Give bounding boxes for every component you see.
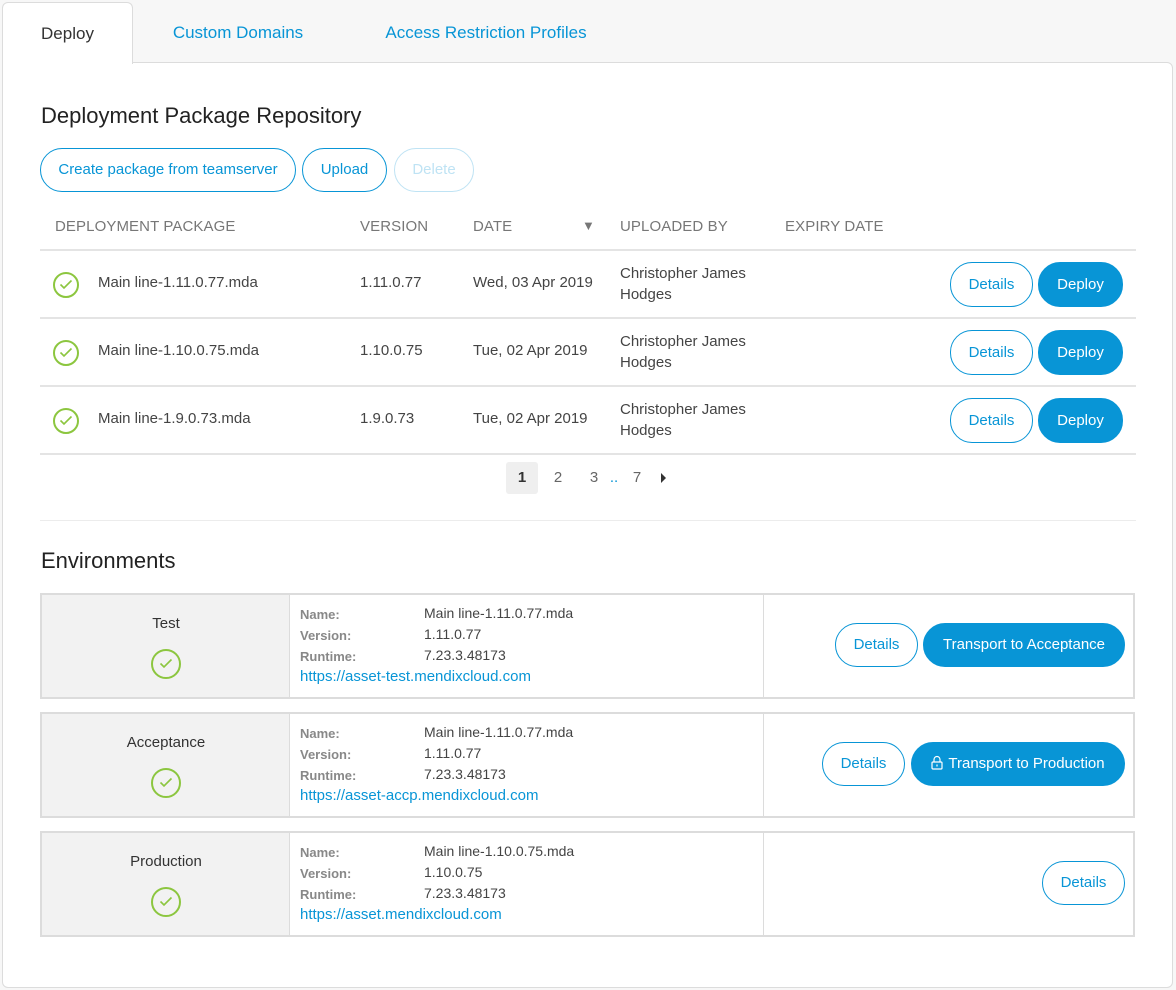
details-button[interactable]: Details (822, 742, 905, 786)
deploy-button[interactable]: Deploy (1038, 330, 1123, 375)
table-row: Main line-1.9.0.73.mda 1.9.0.73 Tue, 02 … (40, 387, 1136, 455)
tab-deploy[interactable]: Deploy (2, 2, 133, 64)
package-name: Main line-1.10.0.75.mda (98, 342, 259, 359)
package-version: 1.9.0.73 (360, 410, 415, 427)
page-3[interactable]: 3 (582, 462, 606, 494)
caret-right-icon[interactable] (655, 462, 671, 494)
environment-summary: Production (42, 833, 290, 935)
column-header-version[interactable]: VERSION (360, 218, 428, 235)
column-header-date[interactable]: DATE (473, 218, 512, 235)
table-row: Main line-1.11.0.77.mda 1.11.0.77 Wed, 0… (40, 251, 1136, 319)
create-package-button[interactable]: Create package from teamserver (40, 148, 296, 192)
version-value: 1.10.0.75 (424, 864, 483, 880)
column-header-uploaded-by[interactable]: UPLOADED BY (620, 218, 728, 235)
check-circle-icon (53, 340, 79, 366)
transport-to-acceptance-button[interactable]: Transport to Acceptance (923, 623, 1125, 667)
transport-label: Transport to Production (948, 755, 1105, 772)
package-uploaded-by: Christopher James Hodges (620, 401, 746, 439)
environment-summary: Acceptance (42, 714, 290, 816)
package-name: Main line-1.9.0.73.mda (98, 410, 251, 427)
details-button[interactable]: Details (950, 330, 1033, 375)
environment-card-acceptance: Acceptance Name: Main line-1.11.0.77.mda… (40, 712, 1135, 818)
environment-url-link[interactable]: https://asset-test.mendixcloud.com (300, 668, 531, 685)
runtime-value: 7.23.3.48173 (424, 766, 506, 782)
details-button[interactable]: Details (1042, 861, 1125, 905)
page-7[interactable]: 7 (625, 462, 649, 494)
environment-url-link[interactable]: https://asset-accp.mendixcloud.com (300, 787, 538, 804)
deploy-panel: Deployment Package Repository Create pac… (2, 62, 1173, 988)
check-circle-icon (151, 649, 181, 679)
package-version: 1.11.0.77 (360, 274, 422, 291)
environment-summary: Test (42, 595, 290, 697)
environment-card-test: Test Name: Main line-1.11.0.77.mda Versi… (40, 593, 1135, 699)
check-circle-icon (53, 408, 79, 434)
environment-info: Name: Main line-1.10.0.75.mda Version: 1… (290, 833, 764, 935)
check-circle-icon (151, 768, 181, 798)
transport-to-production-button[interactable]: Transport to Production (911, 742, 1125, 786)
delete-button: Delete (394, 148, 474, 192)
package-version: 1.10.0.75 (360, 342, 423, 359)
details-button[interactable]: Details (835, 623, 918, 667)
package-uploaded-by: Christopher James Hodges (620, 265, 746, 303)
tab-bar: Deploy Custom Domains Access Restriction… (0, 0, 1176, 64)
page-2[interactable]: 2 (546, 462, 570, 494)
name-value: Main line-1.10.0.75.mda (424, 843, 575, 859)
lock-icon (931, 745, 943, 787)
sort-descending-icon[interactable]: ▼ (582, 218, 595, 233)
package-date: Tue, 02 Apr 2019 (473, 342, 588, 359)
runtime-label: Runtime: (300, 887, 357, 902)
package-uploaded-by: Christopher James Hodges (620, 333, 746, 371)
version-label: Version: (300, 747, 352, 762)
details-button[interactable]: Details (950, 262, 1033, 307)
version-label: Version: (300, 866, 352, 881)
deploy-button[interactable]: Deploy (1038, 262, 1123, 307)
repository-title: Deployment Package Repository (41, 103, 362, 128)
runtime-label: Runtime: (300, 768, 357, 783)
section-divider (40, 520, 1136, 521)
tab-access-restriction-profiles[interactable]: Access Restriction Profiles (365, 2, 607, 63)
name-value: Main line-1.11.0.77.mda (424, 724, 574, 740)
version-label: Version: (300, 628, 352, 643)
environment-info: Name: Main line-1.11.0.77.mda Version: 1… (290, 714, 764, 816)
table-row: Main line-1.10.0.75.mda 1.10.0.75 Tue, 0… (40, 319, 1136, 387)
deploy-button[interactable]: Deploy (1038, 398, 1123, 443)
name-label: Name: (300, 726, 340, 741)
check-circle-icon (53, 272, 79, 298)
environments-title: Environments (41, 548, 176, 573)
name-label: Name: (300, 607, 340, 622)
package-date: Wed, 03 Apr 2019 (473, 274, 593, 291)
upload-button[interactable]: Upload (302, 148, 387, 192)
version-value: 1.11.0.77 (424, 626, 482, 642)
package-date: Tue, 02 Apr 2019 (473, 410, 588, 427)
package-name: Main line-1.11.0.77.mda (98, 274, 258, 291)
check-circle-icon (151, 887, 181, 917)
page-ellipsis: .. (609, 469, 619, 486)
runtime-value: 7.23.3.48173 (424, 885, 506, 901)
column-header-package[interactable]: DEPLOYMENT PACKAGE (55, 218, 235, 235)
runtime-value: 7.23.3.48173 (424, 647, 506, 663)
runtime-label: Runtime: (300, 649, 357, 664)
page-1[interactable]: 1 (506, 462, 538, 494)
name-label: Name: (300, 845, 340, 860)
version-value: 1.11.0.77 (424, 745, 482, 761)
environment-name: Acceptance (126, 734, 206, 751)
tab-custom-domains[interactable]: Custom Domains (158, 2, 318, 63)
environment-name: Test (152, 615, 180, 632)
environment-info: Name: Main line-1.11.0.77.mda Version: 1… (290, 595, 764, 697)
column-header-expiry-date[interactable]: EXPIRY DATE (785, 218, 884, 235)
environment-name: Production (130, 853, 202, 870)
package-table-header: DEPLOYMENT PACKAGE VERSION DATE ▼ UPLOAD… (40, 208, 1136, 251)
environment-url-link[interactable]: https://asset.mendixcloud.com (300, 906, 502, 923)
environment-card-production: Production Name: Main line-1.10.0.75.mda… (40, 831, 1135, 937)
name-value: Main line-1.11.0.77.mda (424, 605, 574, 621)
details-button[interactable]: Details (950, 398, 1033, 443)
